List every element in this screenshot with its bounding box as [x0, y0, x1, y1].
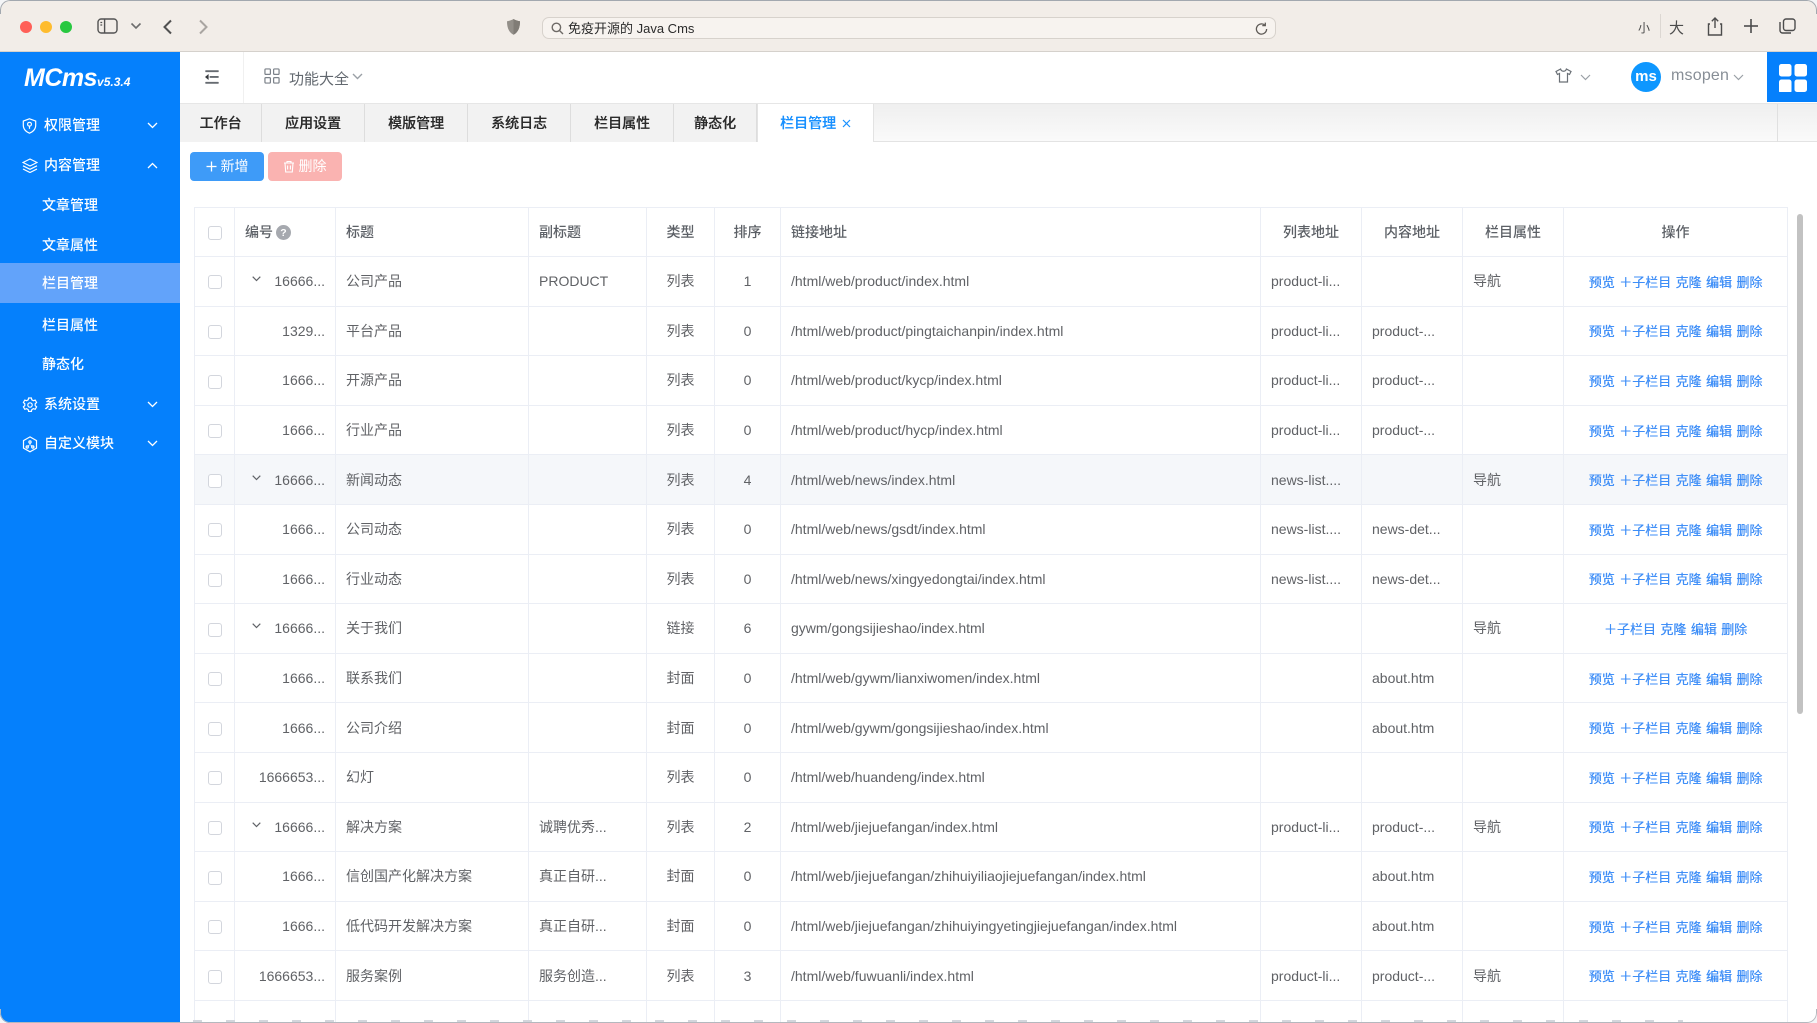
svg-text:?: ?	[280, 225, 286, 240]
